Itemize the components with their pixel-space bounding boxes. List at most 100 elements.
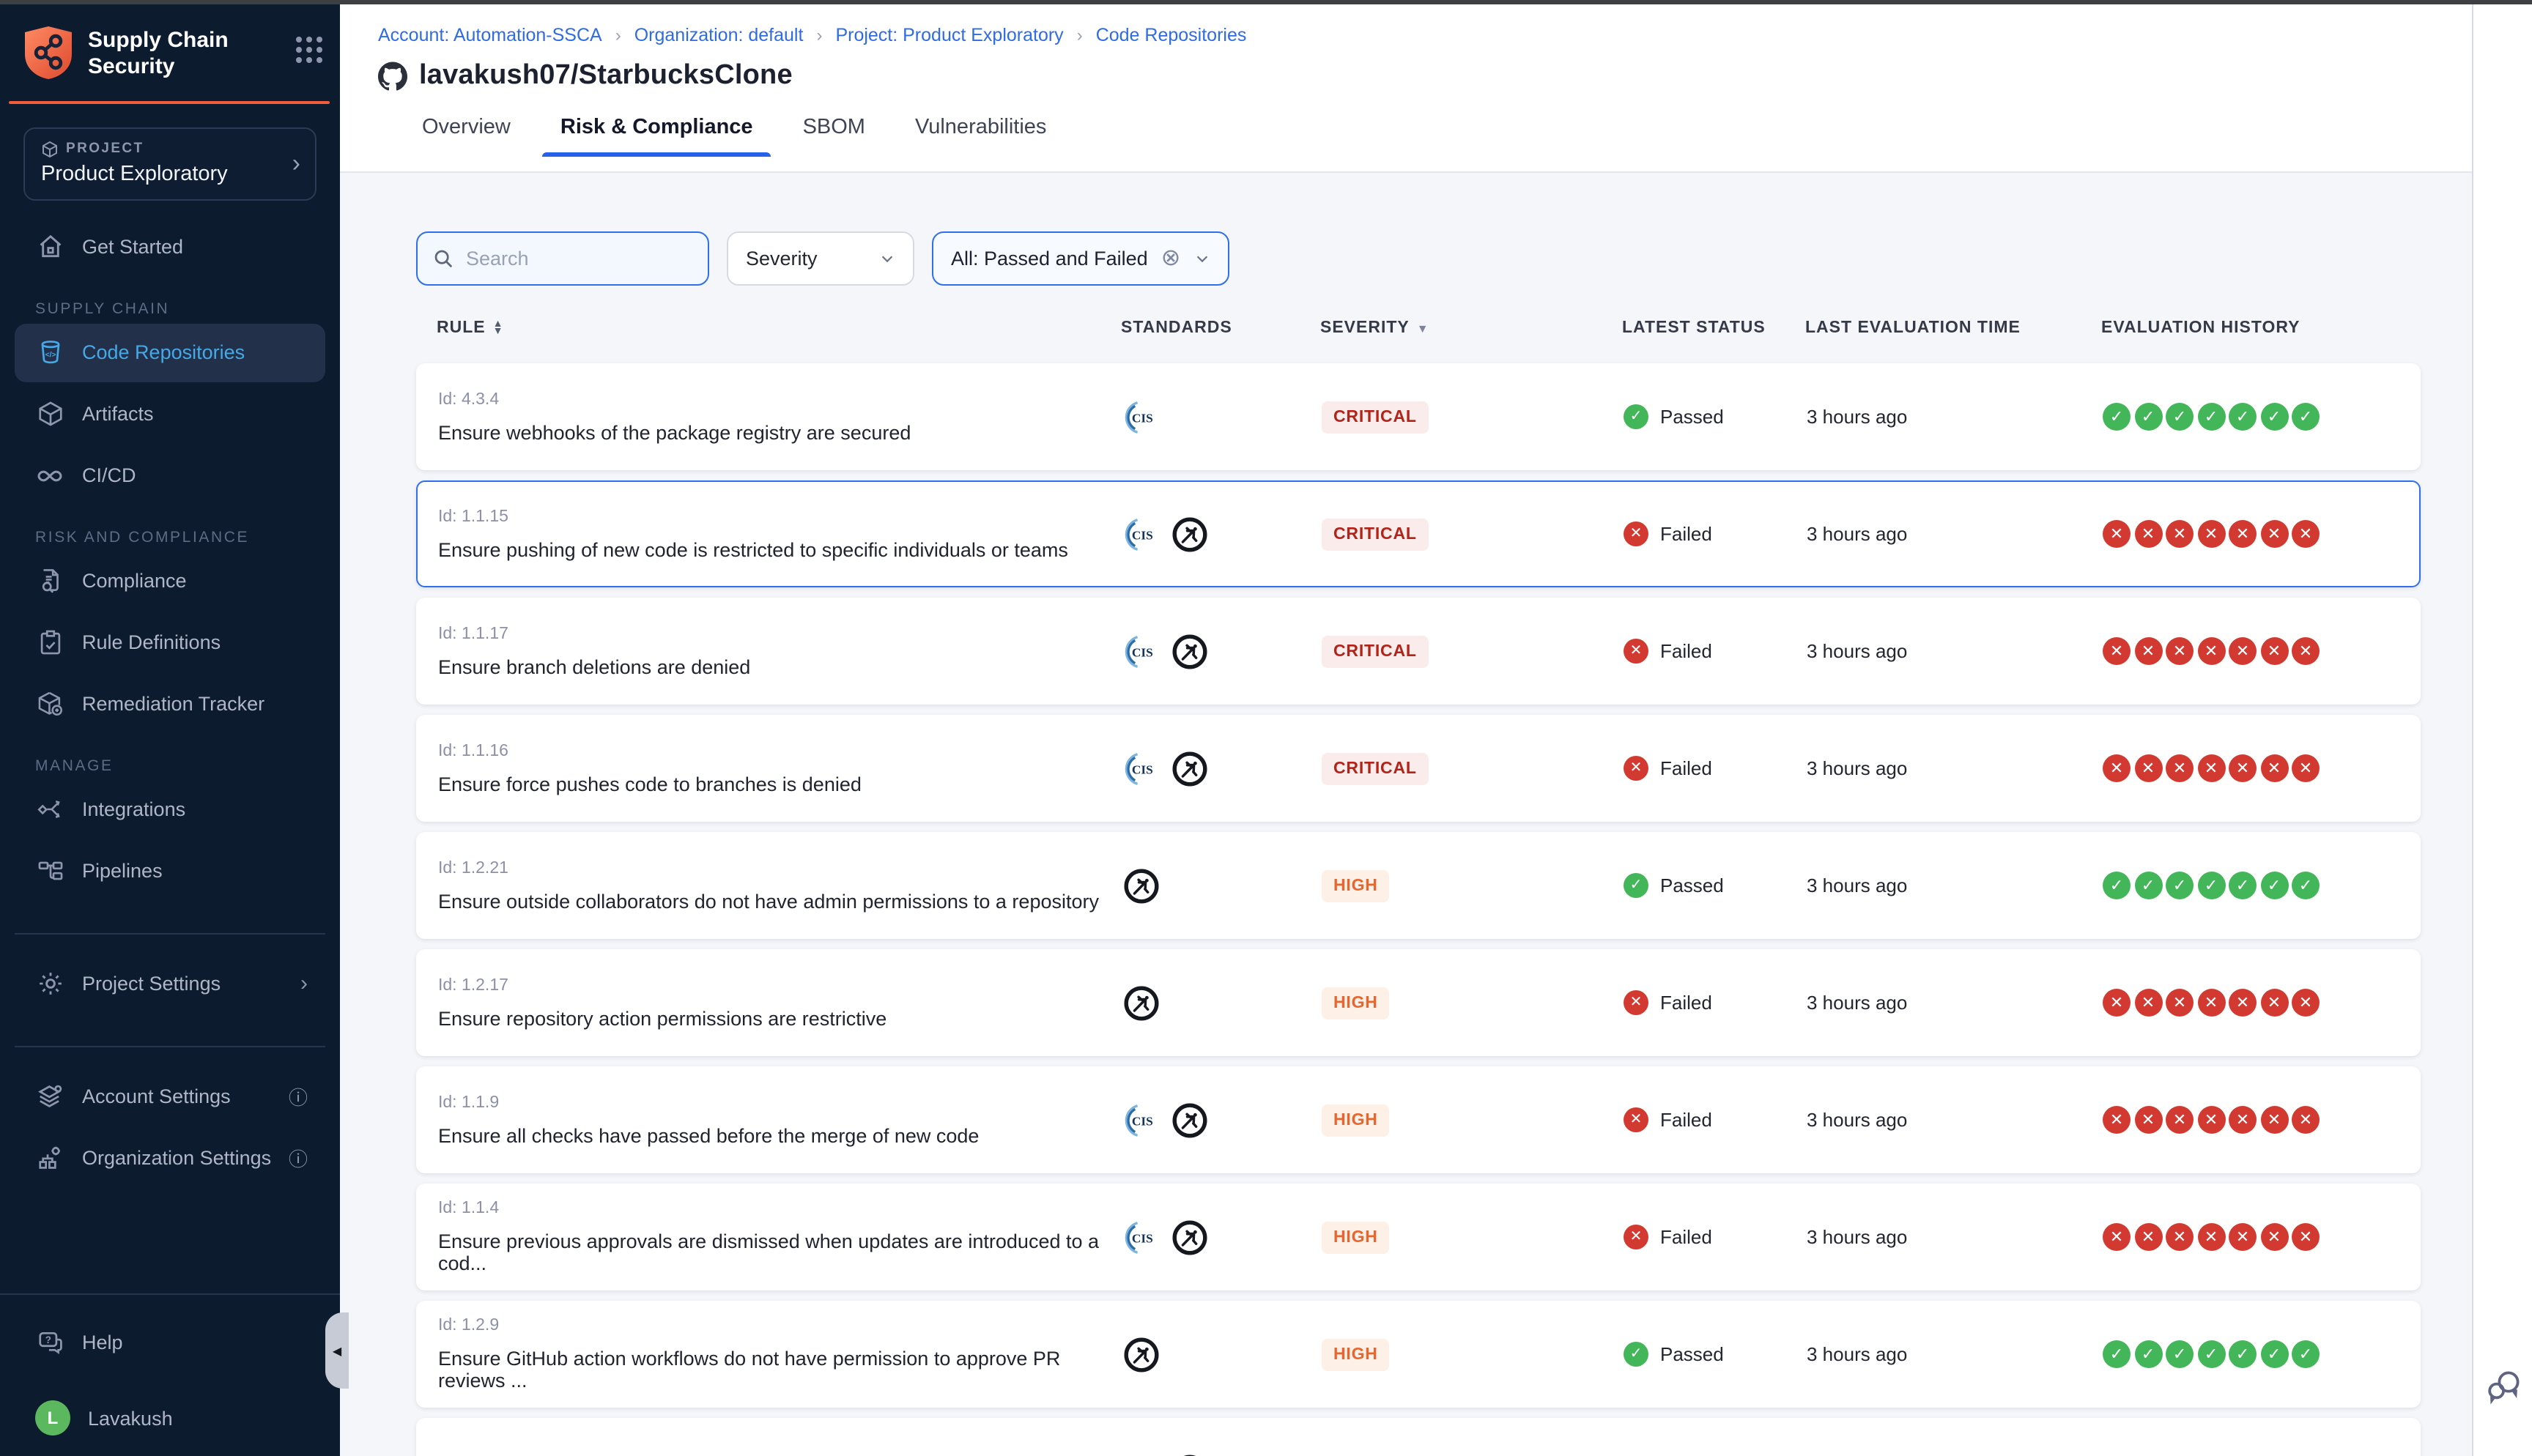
history-pass-icon[interactable]: ✓ xyxy=(2292,1340,2320,1368)
table-row[interactable]: Id: 1.1.4 Ensure previous approvals are … xyxy=(416,1184,2421,1290)
history-fail-icon[interactable]: ✕ xyxy=(2166,989,2194,1017)
history-pass-icon[interactable]: ✓ xyxy=(2166,872,2194,899)
history-pass-icon[interactable]: ✓ xyxy=(2166,403,2194,431)
sidebar-item-account-settings[interactable]: Account Settings ⓘ xyxy=(15,1067,325,1126)
history-pass-icon[interactable]: ✓ xyxy=(2103,872,2131,899)
history-fail-icon[interactable]: ✕ xyxy=(2292,520,2320,548)
sidebar-collapse-handle[interactable]: ◀ xyxy=(325,1312,349,1389)
history-fail-icon[interactable]: ✕ xyxy=(2197,1106,2225,1134)
history-fail-icon[interactable]: ✕ xyxy=(2103,754,2131,782)
history-fail-icon[interactable]: ✕ xyxy=(2229,637,2257,665)
history-pass-icon[interactable]: ✓ xyxy=(2103,1340,2131,1368)
history-fail-icon[interactable]: ✕ xyxy=(2103,520,2131,548)
sidebar-item-remediation-tracker[interactable]: Remediation Tracker xyxy=(15,675,325,733)
history-pass-icon[interactable]: ✓ xyxy=(2134,872,2162,899)
history-pass-icon[interactable]: ✓ xyxy=(2229,1340,2257,1368)
history-fail-icon[interactable]: ✕ xyxy=(2134,989,2162,1017)
help-button[interactable]: ? Help xyxy=(15,1312,325,1371)
history-fail-icon[interactable]: ✕ xyxy=(2292,754,2320,782)
sidebar-item-rule-definitions[interactable]: Rule Definitions xyxy=(15,613,325,672)
history-fail-icon[interactable]: ✕ xyxy=(2260,754,2288,782)
support-chat-icon[interactable] xyxy=(2484,1367,2525,1408)
sidebar-item-compliance[interactable]: Compliance xyxy=(15,551,325,610)
sidebar-item-project-settings[interactable]: Project Settings › xyxy=(15,954,325,1013)
tab-overview[interactable]: Overview xyxy=(422,116,511,157)
history-fail-icon[interactable]: ✕ xyxy=(2260,1223,2288,1251)
history-fail-icon[interactable]: ✕ xyxy=(2292,1223,2320,1251)
sidebar-item-get-started[interactable]: Get Started xyxy=(15,218,325,276)
table-row[interactable]: Id: 1.1.16 Ensure force pushes code to b… xyxy=(416,715,2421,822)
breadcrumb-link[interactable]: Code Repositories xyxy=(1096,25,1247,45)
history-fail-icon[interactable]: ✕ xyxy=(2229,1106,2257,1134)
history-fail-icon[interactable]: ✕ xyxy=(2229,520,2257,548)
history-fail-icon[interactable]: ✕ xyxy=(2134,637,2162,665)
history-fail-icon[interactable]: ✕ xyxy=(2197,1223,2225,1251)
table-row[interactable]: Id: 1.1.9 Ensure all checks have passed … xyxy=(416,1066,2421,1173)
history-pass-icon[interactable]: ✓ xyxy=(2103,403,2131,431)
sidebar-item-code-repositories[interactable]: </>Code Repositories xyxy=(15,323,325,382)
table-row[interactable]: Id: 1.1.17 Ensure branch deletions are d… xyxy=(416,598,2421,705)
history-fail-icon[interactable]: ✕ xyxy=(2103,989,2131,1017)
history-pass-icon[interactable]: ✓ xyxy=(2197,403,2225,431)
project-selector[interactable]: PROJECT Product Exploratory › xyxy=(23,127,316,200)
clear-filter-icon[interactable]: ⊗ xyxy=(1161,247,1181,270)
history-pass-icon[interactable]: ✓ xyxy=(2260,403,2288,431)
breadcrumb-link[interactable]: Project: Product Exploratory xyxy=(835,25,1063,45)
history-pass-icon[interactable]: ✓ xyxy=(2197,872,2225,899)
tab-vulnerabilities[interactable]: Vulnerabilities xyxy=(915,116,1046,157)
sidebar-item-integrations[interactable]: Integrations xyxy=(15,780,325,839)
history-fail-icon[interactable]: ✕ xyxy=(2103,1223,2131,1251)
table-row[interactable]: Id: 4.3.4 Ensure webhooks of the package… xyxy=(416,363,2421,470)
sort-desc-icon[interactable]: ▼ xyxy=(1417,322,1429,335)
history-fail-icon[interactable]: ✕ xyxy=(2134,1223,2162,1251)
info-icon[interactable]: ⓘ xyxy=(289,1082,308,1110)
sort-icon[interactable]: ▲▼ xyxy=(493,321,504,335)
history-fail-icon[interactable]: ✕ xyxy=(2229,1223,2257,1251)
sidebar-item-artifacts[interactable]: Artifacts xyxy=(15,385,325,443)
history-fail-icon[interactable]: ✕ xyxy=(2103,1106,2131,1134)
history-pass-icon[interactable]: ✓ xyxy=(2134,1340,2162,1368)
sidebar-item-organization-settings[interactable]: Organization Settings ⓘ xyxy=(15,1129,325,1187)
history-fail-icon[interactable]: ✕ xyxy=(2134,520,2162,548)
table-row[interactable]: Id: 1.2.21 Ensure outside collaborators … xyxy=(416,832,2421,939)
history-fail-icon[interactable]: ✕ xyxy=(2229,754,2257,782)
history-fail-icon[interactable]: ✕ xyxy=(2134,754,2162,782)
history-fail-icon[interactable]: ✕ xyxy=(2166,520,2194,548)
history-fail-icon[interactable]: ✕ xyxy=(2260,637,2288,665)
history-pass-icon[interactable]: ✓ xyxy=(2292,403,2320,431)
history-pass-icon[interactable]: ✓ xyxy=(2292,872,2320,899)
user-menu[interactable]: L Lavakush xyxy=(15,1389,325,1447)
sidebar-item-pipelines[interactable]: Pipelines xyxy=(15,842,325,900)
search-input[interactable] xyxy=(466,248,693,270)
table-row[interactable]: Id: 1.2.17 Ensure repository action perm… xyxy=(416,949,2421,1056)
history-pass-icon[interactable]: ✓ xyxy=(2197,1340,2225,1368)
history-fail-icon[interactable]: ✕ xyxy=(2197,989,2225,1017)
sidebar-item-ci-cd[interactable]: CI/CD xyxy=(15,446,325,505)
table-row[interactable]: Id: 1.1.15 Ensure pushing of new code is… xyxy=(416,480,2421,587)
history-fail-icon[interactable]: ✕ xyxy=(2197,754,2225,782)
history-fail-icon[interactable]: ✕ xyxy=(2103,637,2131,665)
history-pass-icon[interactable]: ✓ xyxy=(2260,1340,2288,1368)
table-row[interactable]: Id: 1.1.5 CIS HIGH ✕ Failed 3 hours ago … xyxy=(416,1418,2421,1456)
history-pass-icon[interactable]: ✓ xyxy=(2229,403,2257,431)
history-pass-icon[interactable]: ✓ xyxy=(2260,872,2288,899)
history-fail-icon[interactable]: ✕ xyxy=(2292,1106,2320,1134)
history-fail-icon[interactable]: ✕ xyxy=(2197,637,2225,665)
history-fail-icon[interactable]: ✕ xyxy=(2166,1106,2194,1134)
breadcrumb-link[interactable]: Organization: default xyxy=(634,25,804,45)
breadcrumb-link[interactable]: Account: Automation-SSCA xyxy=(378,25,602,45)
history-fail-icon[interactable]: ✕ xyxy=(2166,1223,2194,1251)
history-fail-icon[interactable]: ✕ xyxy=(2229,989,2257,1017)
history-pass-icon[interactable]: ✓ xyxy=(2134,403,2162,431)
info-icon[interactable]: ⓘ xyxy=(289,1144,308,1172)
history-fail-icon[interactable]: ✕ xyxy=(2166,754,2194,782)
tab-risk-compliance[interactable]: Risk & Compliance xyxy=(560,116,753,157)
history-fail-icon[interactable]: ✕ xyxy=(2260,989,2288,1017)
tab-sbom[interactable]: SBOM xyxy=(803,116,865,157)
history-fail-icon[interactable]: ✕ xyxy=(2260,1106,2288,1134)
status-filter[interactable]: All: Passed and Failed ⊗ xyxy=(932,231,1229,286)
severity-select[interactable]: Severity xyxy=(727,231,914,286)
table-row[interactable]: Id: 1.2.9 Ensure GitHub action workflows… xyxy=(416,1301,2421,1408)
history-fail-icon[interactable]: ✕ xyxy=(2197,520,2225,548)
history-pass-icon[interactable]: ✓ xyxy=(2166,1340,2194,1368)
